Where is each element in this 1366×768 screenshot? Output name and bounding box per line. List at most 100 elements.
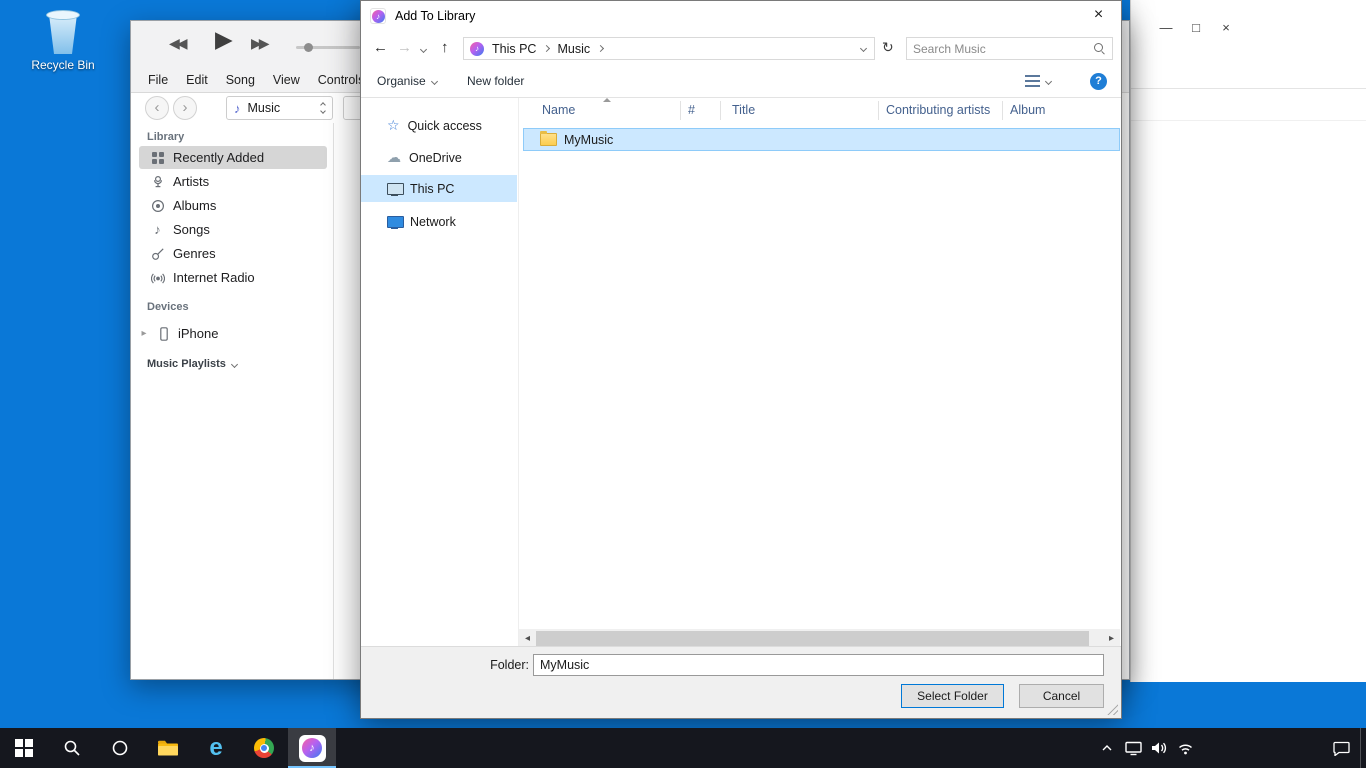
fast-forward-button[interactable]: ▶▶ (251, 35, 267, 52)
start-button[interactable] (0, 728, 48, 768)
volume-slider-knob[interactable] (304, 43, 313, 52)
close-icon[interactable]: × (1217, 20, 1235, 35)
background-window[interactable]: — □ × (1130, 0, 1366, 682)
cortana-icon (111, 739, 129, 757)
rewind-button[interactable]: ◀◀ (169, 35, 185, 52)
itunes-forward-button[interactable]: › (173, 96, 197, 120)
address-bar[interactable]: ♪ This PC Music (463, 37, 875, 60)
up-button[interactable]: ↑ (441, 39, 449, 56)
display-tray-button[interactable] (1120, 728, 1146, 768)
volume-tray-button[interactable] (1146, 728, 1172, 768)
column-divider[interactable] (878, 101, 879, 120)
back-button[interactable]: ← (373, 39, 388, 56)
music-playlists-label: Music Playlists (147, 358, 226, 370)
search-icon (63, 739, 81, 757)
help-button[interactable]: ? (1090, 65, 1107, 97)
chrome-icon (254, 738, 274, 758)
change-view-button[interactable] (1025, 65, 1051, 97)
minimize-icon[interactable]: — (1157, 20, 1175, 35)
itunes-icon: ♪ (299, 735, 326, 762)
list-view-icon (1025, 75, 1040, 87)
system-tray (1094, 728, 1366, 768)
media-type-selector[interactable]: ♪ Music (226, 96, 333, 120)
music-playlists-header[interactable]: Music Playlists (147, 358, 237, 370)
nav-item-this-pc[interactable]: This PC (361, 175, 517, 202)
play-button[interactable]: ▶ (215, 26, 233, 53)
column-divider[interactable] (1002, 101, 1003, 120)
refresh-button[interactable]: ↻ (882, 39, 894, 56)
recycle-bin-rim (46, 10, 80, 20)
menu-song[interactable]: Song (217, 71, 264, 89)
dialog-titlebar[interactable]: ♪ Add To Library × (361, 1, 1121, 31)
expander-icon[interactable]: ▸ (139, 328, 149, 339)
organise-button[interactable]: Organise (377, 65, 437, 97)
select-folder-button[interactable]: Select Folder (901, 684, 1004, 708)
sidebar-item-internet-radio[interactable]: Internet Radio (139, 266, 327, 289)
menu-view[interactable]: View (264, 71, 309, 89)
forward-button[interactable]: → (397, 39, 412, 56)
sidebar-item-artists[interactable]: Artists (139, 170, 327, 193)
hidden-icons-button[interactable] (1094, 728, 1120, 768)
column-title[interactable]: Title (732, 103, 755, 117)
close-button[interactable]: × (1076, 1, 1121, 30)
recycle-bin-body (48, 16, 78, 54)
column-name[interactable]: Name (542, 103, 575, 117)
column-contributing-artists[interactable]: Contributing artists (886, 103, 990, 117)
column-number[interactable]: # (688, 103, 695, 117)
library-header: Library (147, 131, 184, 143)
dialog-toolbar: Organise New folder ? (361, 65, 1121, 98)
internet-explorer-button[interactable]: e (192, 728, 240, 768)
breadcrumb-this-pc[interactable]: This PC (492, 42, 536, 56)
cortana-button[interactable] (96, 728, 144, 768)
chevron-down-icon (320, 108, 326, 114)
taskbar-search-button[interactable] (48, 728, 96, 768)
column-divider[interactable] (720, 101, 721, 120)
new-folder-button[interactable]: New folder (467, 65, 524, 97)
recycle-bin[interactable]: Recycle Bin (26, 8, 100, 72)
column-album[interactable]: Album (1010, 103, 1045, 117)
dialog-body: ☆ Quick access ☁ OneDrive This PC Networ… (361, 98, 1121, 646)
new-folder-label: New folder (467, 74, 524, 88)
search-box[interactable] (906, 37, 1113, 60)
resize-grip[interactable] (1107, 704, 1118, 715)
sidebar-item-recently-added[interactable]: Recently Added (139, 146, 327, 169)
address-dropdown-icon[interactable] (860, 45, 867, 52)
sidebar-item-genres[interactable]: Genres (139, 242, 327, 265)
menu-file[interactable]: File (139, 71, 177, 89)
scrollbar-thumb[interactable] (536, 631, 1089, 646)
cloud-icon: ☁ (387, 149, 401, 166)
breadcrumb-music[interactable]: Music (557, 42, 590, 56)
folder-input[interactable] (533, 654, 1104, 676)
nav-item-quick-access[interactable]: ☆ Quick access (361, 112, 517, 139)
sidebar-item-albums[interactable]: Albums (139, 194, 327, 217)
menu-edit[interactable]: Edit (177, 71, 217, 89)
action-center-button[interactable] (1328, 728, 1354, 768)
volume-slider[interactable] (296, 46, 360, 49)
show-desktop-button[interactable] (1360, 728, 1366, 768)
sidebar-item-label: Internet Radio (173, 270, 255, 285)
breadcrumb-separator-icon[interactable] (543, 45, 550, 52)
itunes-sidebar: Library Recently Added Artists Albums (131, 123, 334, 679)
chrome-button[interactable] (240, 728, 288, 768)
file-row-mymusic[interactable]: MyMusic (523, 128, 1120, 151)
sidebar-item-label: Genres (173, 246, 216, 261)
cancel-button[interactable]: Cancel (1019, 684, 1104, 708)
recent-locations-chevron-icon[interactable] (420, 46, 427, 53)
itunes-back-button[interactable]: ‹ (145, 96, 169, 120)
sidebar-item-label: Artists (173, 174, 209, 189)
network-tray-button[interactable] (1172, 728, 1198, 768)
sidebar-item-iphone[interactable]: ▸ iPhone (139, 322, 327, 345)
column-divider[interactable] (680, 101, 681, 120)
file-explorer-button[interactable] (144, 728, 192, 768)
breadcrumb-separator-icon[interactable] (597, 45, 604, 52)
music-note-icon: ♪ (150, 222, 165, 237)
maximize-icon[interactable]: □ (1187, 20, 1205, 35)
sidebar-item-songs[interactable]: ♪ Songs (139, 218, 327, 241)
star-icon: ☆ (387, 117, 400, 134)
search-icon[interactable] (1093, 42, 1106, 55)
devices-header: Devices (147, 301, 189, 313)
nav-item-network[interactable]: Network (361, 208, 517, 235)
itunes-taskbar-button[interactable]: ♪ (288, 728, 336, 768)
nav-item-onedrive[interactable]: ☁ OneDrive (361, 144, 517, 171)
search-input[interactable] (913, 42, 1093, 56)
